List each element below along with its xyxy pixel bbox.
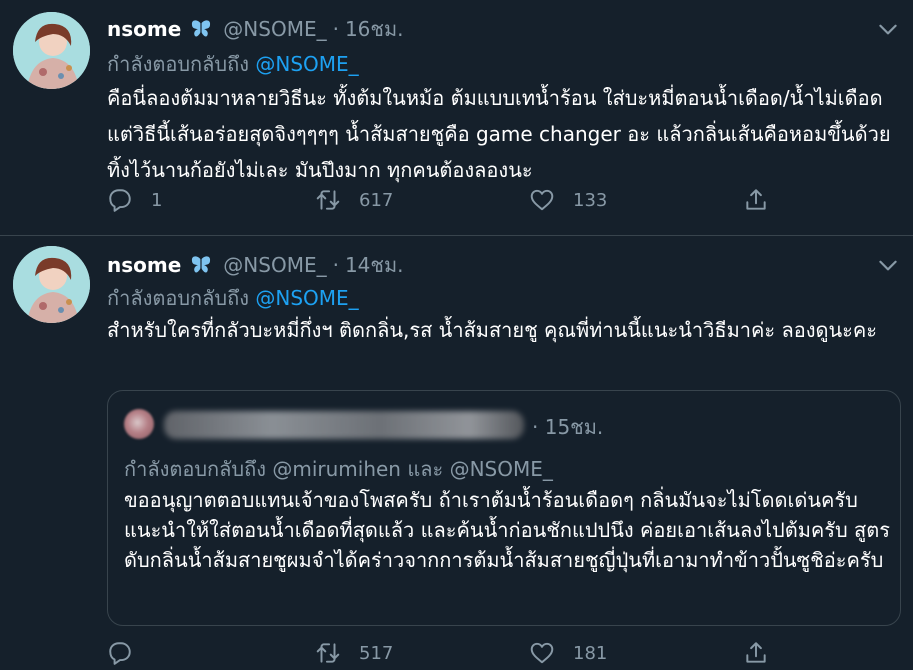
- avatar-image: [13, 12, 90, 89]
- quoted-time: 15ชม.: [544, 415, 604, 439]
- separator-dot: ·: [332, 17, 339, 41]
- quoted-tweet[interactable]: · 15ชม. กำลังตอบกลับถึง @mirumihen และ @…: [107, 390, 901, 626]
- retweet-button[interactable]: 617: [315, 185, 393, 215]
- heart-icon: [530, 189, 554, 211]
- tweet-text: คือนี่ลองต้มมาหลายวิธีนะ ทั้งต้มในหม้อ ต…: [107, 86, 891, 182]
- replying-to: กำลังตอบกลับถึง @NSOME_: [107, 282, 359, 314]
- retweet-button[interactable]: 517: [315, 638, 393, 668]
- retweet-count: 517: [359, 642, 394, 664]
- tweet-header: nsome @NSOME_ · 14ชม.: [107, 251, 404, 279]
- like-button[interactable]: 133: [529, 185, 607, 215]
- tweet-actions: 1 617 133: [107, 185, 787, 215]
- retweet-icon: [316, 190, 340, 210]
- separator-dot: ·: [332, 253, 339, 277]
- replying-prefix: กำลังตอบกลับถึง: [107, 286, 249, 310]
- display-name[interactable]: nsome: [107, 17, 181, 41]
- like-count: 181: [573, 642, 608, 664]
- separator-dot: ·: [532, 415, 539, 439]
- timestamp[interactable]: 14ชม.: [345, 249, 404, 281]
- butterfly-icon: [192, 256, 211, 273]
- tweet[interactable]: nsome @NSOME_ · 16ชม. กำลังตอบกลับถึง @N…: [0, 0, 913, 236]
- quoted-author-blurred: [164, 411, 524, 439]
- handle[interactable]: @NSOME_: [223, 17, 326, 41]
- share-icon: [746, 642, 766, 663]
- share-button[interactable]: [743, 638, 769, 668]
- retweet-count: 617: [359, 189, 394, 211]
- tweet-text: สำหรับใครที่กลัวบะหมี่กึ่งฯ ติดกลิ่น,รส …: [107, 318, 878, 342]
- reply-count: 1: [151, 189, 163, 211]
- quoted-avatar-blurred: [124, 409, 154, 439]
- quoted-text: ขออนุญาตตอบแทนเจ้าของโพสครับ ถ้าเราต้มน้…: [124, 488, 890, 572]
- quoted-replying-to: กำลังตอบกลับถึง @mirumihen และ @NSOME_: [124, 457, 553, 481]
- reply-button[interactable]: [107, 638, 151, 668]
- tweet-actions: 517 181: [107, 638, 787, 668]
- reply-icon: [109, 189, 131, 212]
- tweet[interactable]: nsome @NSOME_ · 14ชม. กำลังตอบกลับถึง @N…: [0, 236, 913, 670]
- timeline: nsome @NSOME_ · 16ชม. กำลังตอบกลับถึง @N…: [0, 0, 913, 670]
- reply-icon: [109, 642, 131, 665]
- share-icon: [746, 189, 766, 210]
- timestamp[interactable]: 16ชม.: [345, 13, 404, 45]
- avatar-image: [13, 246, 90, 323]
- retweet-icon: [316, 643, 340, 663]
- heart-icon: [530, 642, 554, 664]
- like-count: 133: [573, 189, 608, 211]
- replying-to: กำลังตอบกลับถึง @NSOME_: [107, 48, 359, 80]
- handle[interactable]: @NSOME_: [223, 253, 326, 277]
- reply-button[interactable]: 1: [107, 185, 162, 215]
- chevron-down-icon[interactable]: [875, 16, 901, 42]
- tweet-header: nsome @NSOME_ · 16ชม.: [107, 15, 404, 43]
- avatar[interactable]: [13, 246, 90, 323]
- chevron-down-icon[interactable]: [875, 252, 901, 278]
- like-button[interactable]: 181: [529, 638, 607, 668]
- mention-link[interactable]: @NSOME_: [255, 52, 358, 76]
- quoted-timestamp: · 15ชม.: [532, 411, 603, 443]
- mention-link[interactable]: @NSOME_: [255, 286, 358, 310]
- display-name[interactable]: nsome: [107, 253, 181, 277]
- replying-prefix: กำลังตอบกลับถึง: [107, 52, 249, 76]
- avatar[interactable]: [13, 12, 90, 89]
- share-button[interactable]: [743, 185, 769, 215]
- butterfly-icon: [192, 20, 211, 37]
